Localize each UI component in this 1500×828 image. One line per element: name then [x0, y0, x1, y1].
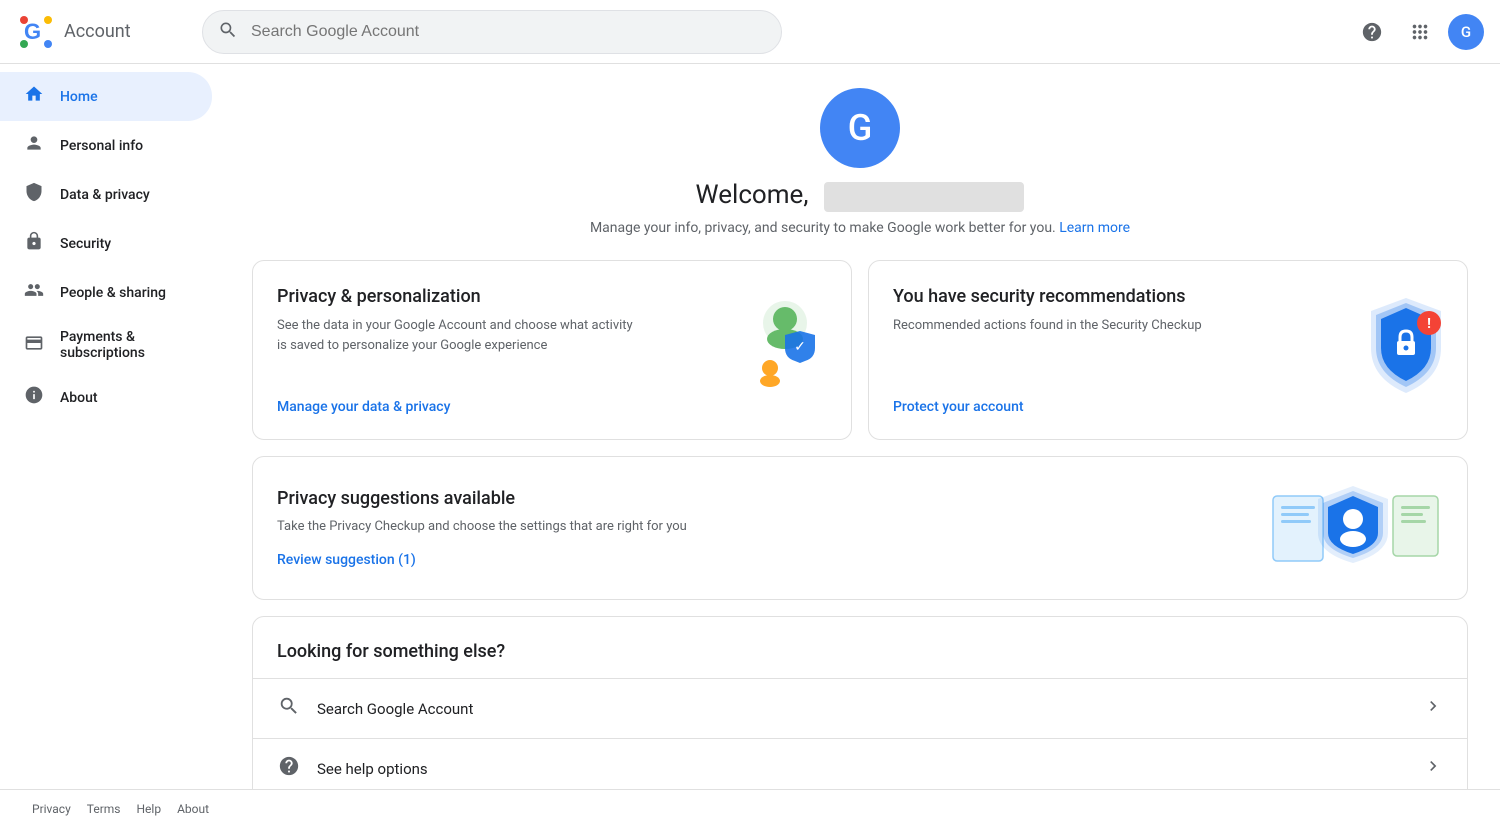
footer-help[interactable]: Help — [137, 802, 162, 816]
sidebar-item-home[interactable]: Home — [0, 72, 212, 121]
main-content: G Welcome, Manage your info, privacy, an… — [220, 64, 1500, 789]
search-input[interactable] — [202, 10, 782, 54]
home-icon — [24, 84, 44, 109]
search-bar — [202, 10, 782, 54]
suggestions-link[interactable]: Review suggestion (1) — [277, 552, 416, 568]
app-title: Account — [64, 21, 131, 42]
google-logo-icon: G — [16, 12, 56, 52]
suggestions-content: Privacy suggestions available Take the P… — [277, 488, 1263, 569]
suggestions-card: Privacy suggestions available Take the P… — [252, 456, 1468, 600]
security-card-desc: Recommended actions found in the Securit… — [893, 316, 1251, 383]
search-account-arrow — [1423, 696, 1443, 721]
sidebar-label-home: Home — [60, 89, 98, 105]
person-icon — [24, 133, 44, 158]
sidebar-item-people-sharing[interactable]: People & sharing — [0, 268, 212, 317]
sidebar-item-security[interactable]: Security — [0, 219, 212, 268]
help-options-item[interactable]: See help options — [253, 738, 1467, 789]
privacy-card-desc: See the data in your Google Account and … — [277, 316, 635, 383]
sidebar-item-about[interactable]: About — [0, 373, 212, 422]
suggestions-illustration — [1263, 481, 1443, 575]
privacy-illustration: ✓ — [735, 293, 835, 407]
search-account-item[interactable]: Search Google Account — [253, 678, 1467, 738]
suggestions-title: Privacy suggestions available — [277, 488, 1263, 509]
header-actions: G — [1352, 12, 1484, 52]
app-header: G Account — [0, 0, 1500, 64]
help-options-label: See help options — [317, 760, 1407, 778]
search-account-label: Search Google Account — [317, 700, 1407, 718]
sidebar-item-personal-info[interactable]: Personal info — [0, 121, 212, 170]
svg-text:!: ! — [1427, 316, 1431, 332]
help-button[interactable] — [1352, 12, 1392, 52]
sidebar-item-data-privacy[interactable]: Data & privacy — [0, 170, 212, 219]
header-search-icon — [218, 20, 238, 44]
sidebar-label-about: About — [60, 390, 98, 406]
app-logo[interactable]: G Account — [16, 12, 186, 52]
search-item-icon — [277, 695, 301, 722]
help-item-icon — [277, 755, 301, 782]
sidebar-label-payments: Payments & subscriptions — [60, 329, 188, 361]
shield-icon — [24, 182, 44, 207]
security-card: You have security recommendations Recomm… — [868, 260, 1468, 440]
sidebar-label-people-sharing: People & sharing — [60, 285, 166, 301]
learn-more-link[interactable]: Learn more — [1059, 220, 1130, 236]
looking-section: Looking for something else? Search Googl… — [252, 616, 1468, 789]
footer-terms[interactable]: Terms — [87, 802, 121, 816]
footer-privacy[interactable]: Privacy — [32, 802, 71, 816]
footer: Privacy Terms Help About — [0, 789, 1500, 828]
sidebar: Home Personal info Data & privacy Securi… — [0, 64, 220, 789]
sidebar-item-payments[interactable]: Payments & subscriptions — [0, 317, 212, 373]
footer-about[interactable]: About — [177, 802, 209, 816]
privacy-card: Privacy & personalization See the data i… — [252, 260, 852, 440]
info-icon — [24, 385, 44, 410]
cards-row: Privacy & personalization See the data i… — [252, 260, 1468, 440]
sidebar-label-data-privacy: Data & privacy — [60, 187, 150, 203]
apps-button[interactable] — [1400, 12, 1440, 52]
profile-section: G Welcome, Manage your info, privacy, an… — [252, 88, 1468, 236]
welcome-name-blur — [824, 182, 1024, 212]
main-layout: Home Personal info Data & privacy Securi… — [0, 64, 1500, 789]
sidebar-label-personal-info: Personal info — [60, 138, 143, 154]
help-options-arrow — [1423, 756, 1443, 781]
people-icon — [24, 280, 44, 305]
privacy-card-title: Privacy & personalization — [277, 285, 635, 308]
looking-title: Looking for something else? — [253, 617, 1467, 678]
welcome-heading: Welcome, — [696, 180, 1025, 214]
avatar[interactable]: G — [1448, 14, 1484, 50]
lock-icon — [24, 231, 44, 256]
svg-text:✓: ✓ — [794, 339, 806, 355]
security-card-title: You have security recommendations — [893, 285, 1251, 308]
profile-avatar[interactable]: G — [820, 88, 900, 168]
security-illustration: ! — [1361, 293, 1451, 407]
credit-card-icon — [24, 333, 44, 358]
sidebar-label-security: Security — [60, 236, 111, 252]
suggestions-desc: Take the Privacy Checkup and choose the … — [277, 517, 967, 537]
subtitle-text: Manage your info, privacy, and security … — [590, 220, 1130, 236]
